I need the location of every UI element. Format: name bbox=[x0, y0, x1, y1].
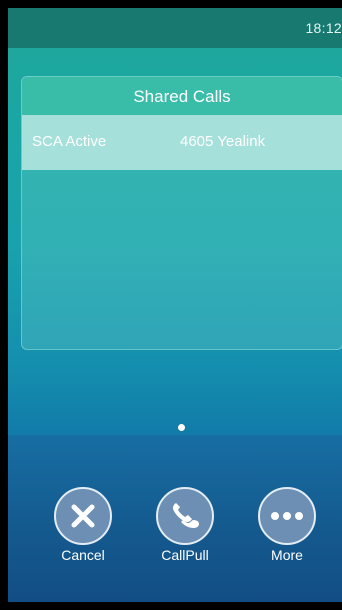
status-time: 18:12 bbox=[305, 20, 342, 36]
panel-title: Shared Calls bbox=[22, 77, 342, 115]
more-button[interactable]: More bbox=[247, 487, 327, 567]
more-label: More bbox=[271, 547, 303, 563]
softkey-bar: Cancel CallPull More bbox=[8, 435, 342, 602]
more-dots-icon bbox=[258, 487, 316, 545]
page-indicator-dot bbox=[178, 424, 185, 431]
status-bar: 18:12 bbox=[8, 8, 342, 48]
cancel-button[interactable]: Cancel bbox=[43, 487, 123, 567]
shared-call-row[interactable]: SCA Active 4605 Yealink bbox=[22, 115, 342, 170]
call-line-label: 4605 Yealink bbox=[180, 133, 266, 150]
close-icon bbox=[54, 487, 112, 545]
call-status-label: SCA Active bbox=[32, 133, 107, 150]
phone-hand-icon bbox=[156, 487, 214, 545]
callpull-label: CallPull bbox=[161, 547, 209, 563]
phone-screen: 18:12 Shared Calls SCA Active 4605 Yeali… bbox=[0, 0, 342, 610]
cancel-label: Cancel bbox=[61, 547, 105, 563]
callpull-button[interactable]: CallPull bbox=[145, 487, 225, 567]
shared-calls-panel: Shared Calls SCA Active 4605 Yealink bbox=[21, 76, 342, 350]
